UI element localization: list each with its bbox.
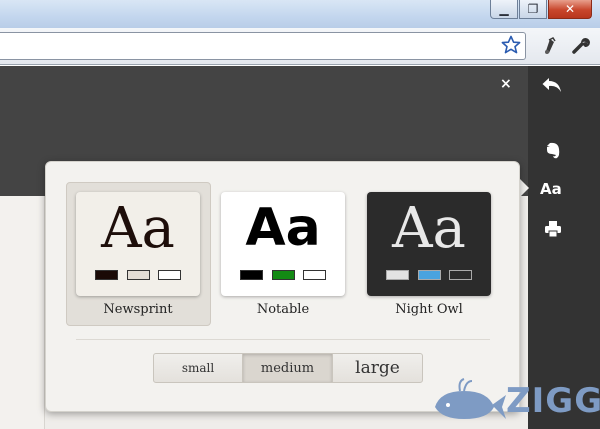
divider: [76, 339, 490, 340]
theme-notable[interactable]: Aa: [221, 192, 345, 296]
theme-label-newsprint: Newsprint: [103, 302, 173, 317]
text-size-selector: small medium large: [153, 353, 423, 383]
theme-swatches: [386, 270, 472, 282]
swatch: [126, 270, 150, 280]
theme-swatches: [95, 270, 181, 282]
zigg-watermark: ZIGG: [430, 377, 600, 427]
swatch: [449, 270, 472, 280]
theme-sample: Aa: [245, 198, 321, 258]
swatch: [240, 270, 263, 280]
size-medium-button[interactable]: medium: [243, 354, 333, 382]
star-icon[interactable]: [501, 35, 521, 59]
wrench-icon[interactable]: [571, 36, 591, 60]
theme-swatches: [240, 270, 326, 282]
evernote-clip-icon[interactable]: [540, 36, 560, 60]
swatch: [303, 270, 326, 280]
window-controls: ▁ ❐ ✕: [490, 0, 592, 19]
address-bar[interactable]: [0, 32, 526, 60]
page-margin: [0, 196, 45, 429]
appearance-popup: Aa Newsprint Aa Notable Aa Night Owl sma…: [45, 161, 520, 412]
swatch: [417, 270, 441, 280]
print-icon[interactable]: [544, 220, 562, 242]
font-icon[interactable]: Aa: [540, 180, 562, 198]
whale-logo: [435, 378, 506, 419]
back-arrow-icon[interactable]: [541, 76, 563, 98]
close-reader-button[interactable]: ×: [500, 76, 512, 92]
browser-toolbar: [0, 28, 600, 65]
swatch: [95, 270, 118, 280]
popup-pointer: [519, 178, 529, 198]
evernote-icon[interactable]: [543, 141, 563, 165]
close-window-button[interactable]: ✕: [548, 0, 592, 19]
minimize-button[interactable]: ▁: [490, 0, 518, 19]
theme-label-notable: Notable: [256, 302, 310, 317]
restore-button[interactable]: ❐: [519, 0, 547, 19]
swatch: [271, 270, 295, 280]
size-small-button[interactable]: small: [154, 354, 243, 382]
reader-sidebar: Aa: [528, 66, 600, 429]
theme-newsprint[interactable]: Aa: [76, 192, 200, 296]
theme-sample: Aa: [101, 196, 175, 261]
theme-sample: Aa: [392, 196, 466, 261]
window-titlebar: ▁ ❐ ✕: [0, 0, 600, 28]
theme-night-owl[interactable]: Aa: [367, 192, 491, 296]
swatch: [386, 270, 409, 280]
swatch: [158, 270, 181, 280]
watermark-text: ZIGG: [506, 381, 600, 421]
size-large-button[interactable]: large: [333, 354, 422, 382]
theme-label-night-owl: Night Owl: [395, 302, 463, 317]
